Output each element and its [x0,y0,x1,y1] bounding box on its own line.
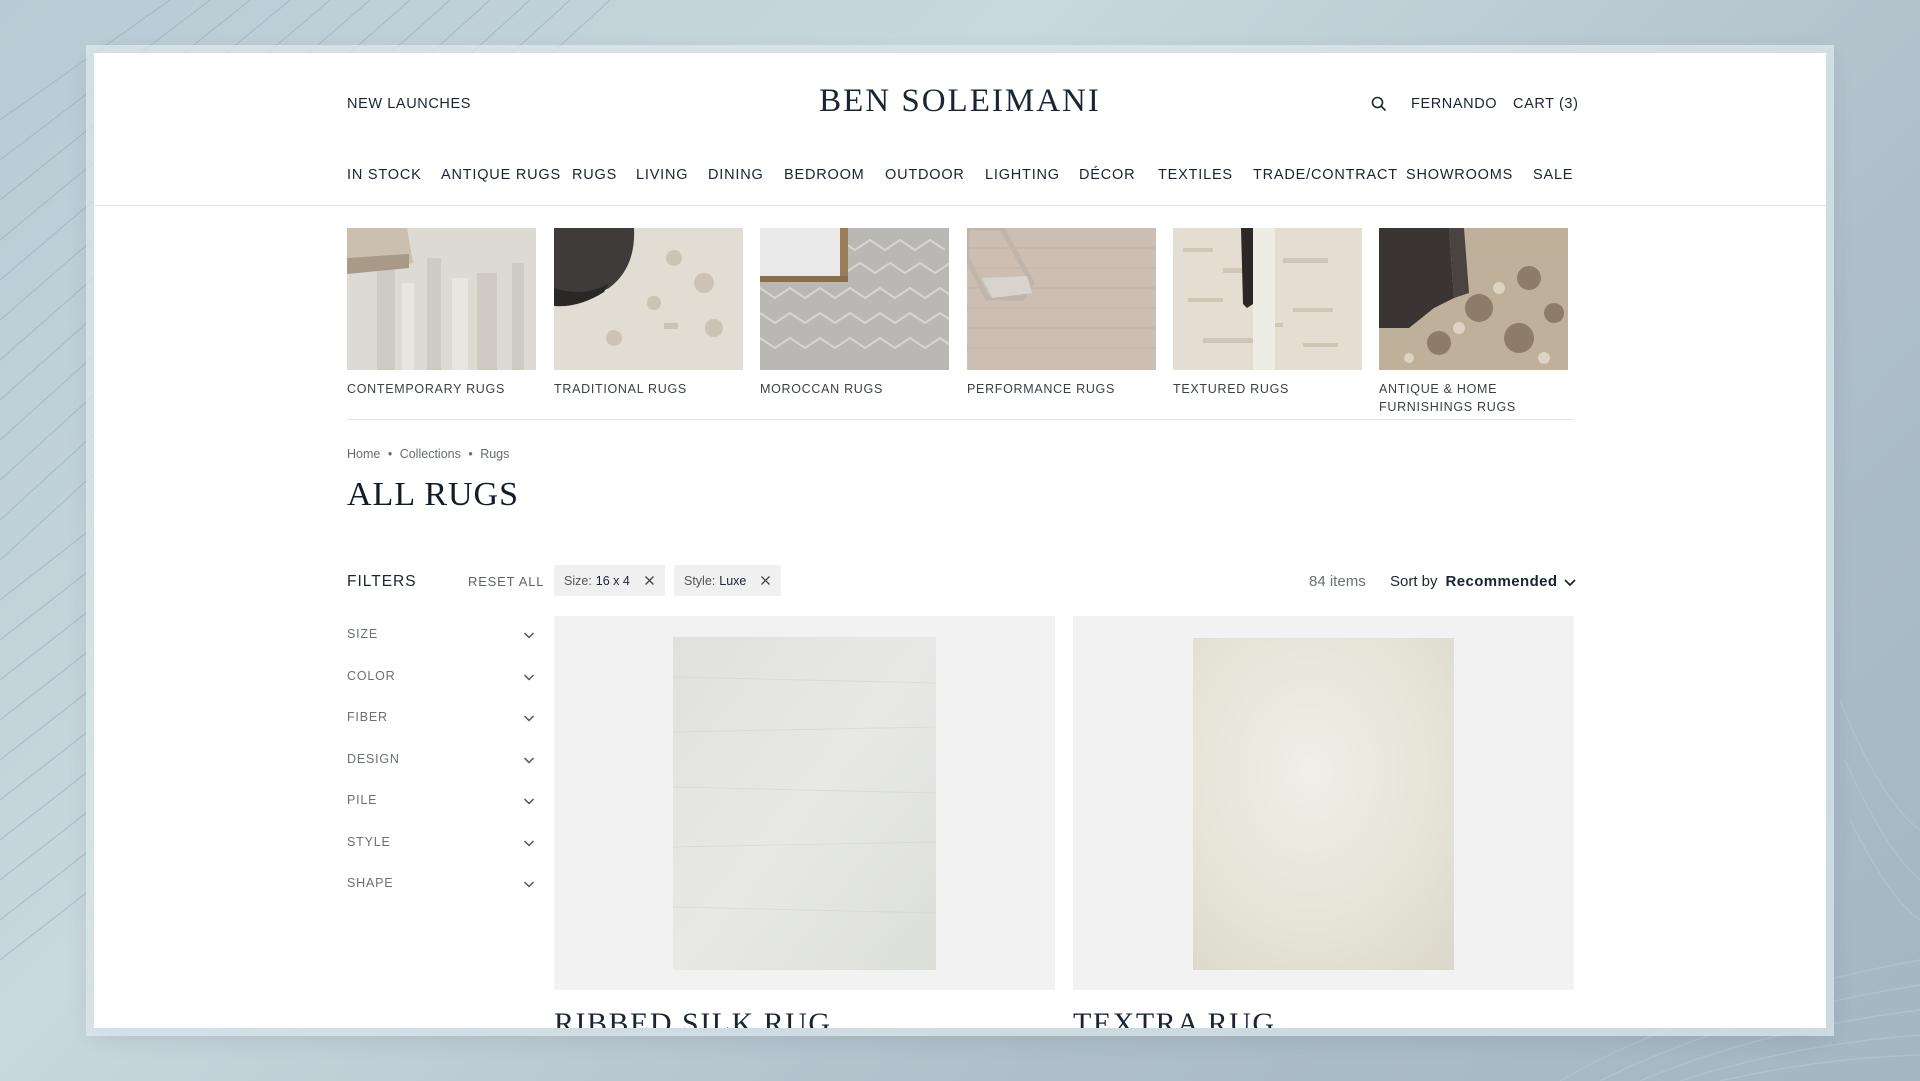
nav-living[interactable]: LIVING [636,167,688,183]
nav-divider [94,205,1826,206]
category-image-contemporary[interactable] [347,228,536,370]
category-image-textured[interactable] [1173,228,1362,370]
product-name[interactable]: RIBBED SILK RUG [554,1007,832,1028]
breadcrumb-separator: • [387,447,393,461]
product-card-ribbed-silk[interactable] [554,616,1055,990]
breadcrumb-home[interactable]: Home [347,447,380,461]
reset-all-button[interactable]: RESET ALL [468,574,544,589]
chip-label: Style: [684,573,716,588]
product-image [673,637,936,970]
chevron-down-icon [1564,578,1577,586]
facet-color[interactable]: COLOR [347,667,537,687]
category-label-traditional[interactable]: TRADITIONAL RUGS [554,380,754,398]
nav-in-stock[interactable]: IN STOCK [347,167,422,183]
cart-link[interactable]: CART (3) [1513,96,1579,112]
active-filter-style[interactable]: Style: Luxe [674,565,782,596]
chevron-down-icon [523,632,535,639]
nav-sale[interactable]: SALE [1533,167,1573,183]
category-label-moroccan[interactable]: MOROCCAN RUGS [760,380,960,398]
product-image [1193,638,1454,970]
result-count: 84 items [1309,573,1366,590]
nav-decor[interactable]: DÉCOR [1079,167,1135,183]
facet-label: DESIGN [347,752,400,766]
chevron-down-icon [523,674,535,681]
facet-label: SIZE [347,627,378,641]
facet-label: FIBER [347,710,388,724]
chip-label: Size: [564,573,592,588]
product-name[interactable]: TEXTRA RUG [1073,1007,1276,1028]
nav-showrooms[interactable]: SHOWROOMS [1406,167,1513,183]
facet-shape[interactable]: SHAPE [347,874,537,894]
close-icon[interactable] [760,575,771,586]
chevron-down-icon [523,881,535,888]
facet-style[interactable]: STYLE [347,833,537,853]
nav-outdoor[interactable]: OUTDOOR [885,167,965,183]
close-icon[interactable] [644,575,655,586]
category-image-performance[interactable] [967,228,1156,370]
account-link[interactable]: FERNANDO [1411,96,1497,112]
search-icon[interactable] [1371,96,1387,112]
facet-label: COLOR [347,669,396,683]
browser-window: NEW LAUNCHES BEN SOLEIMANI FERNANDO CART… [94,53,1826,1028]
sort-label: Sort by [1390,573,1438,590]
chevron-down-icon [523,798,535,805]
nav-lighting[interactable]: LIGHTING [985,167,1060,183]
nav-trade-contract[interactable]: TRADE/CONTRACT [1253,167,1398,183]
facet-pile[interactable]: PILE [347,791,537,811]
breadcrumb: Home • Collections • Rugs [347,447,509,461]
category-label-antique-home-furnishings[interactable]: ANTIQUE & HOME FURNISHINGS RUGS [1379,380,1579,416]
chevron-down-icon [523,840,535,847]
facet-label: PILE [347,793,378,807]
nav-bedroom[interactable]: BEDROOM [784,167,865,183]
nav-textiles[interactable]: TEXTILES [1158,167,1233,183]
category-image-traditional[interactable] [554,228,743,370]
nav-rugs[interactable]: RUGS [572,167,617,183]
breadcrumb-collections[interactable]: Collections [400,447,461,461]
category-label-textured[interactable]: TEXTURED RUGS [1173,380,1373,398]
category-image-moroccan[interactable] [760,228,949,370]
sort-value: Recommended [1445,573,1558,590]
category-label-contemporary[interactable]: CONTEMPORARY RUGS [347,380,547,398]
nav-antique-rugs[interactable]: ANTIQUE RUGS [441,167,561,183]
product-card-textra[interactable] [1073,616,1574,990]
category-divider [347,419,1574,420]
facet-fiber[interactable]: FIBER [347,708,537,728]
sort-dropdown[interactable]: Sort by Recommended [1390,573,1577,590]
chip-value: 16 x 4 [595,573,630,588]
active-filter-size[interactable]: Size: 16 x 4 [554,565,665,596]
nav-dining[interactable]: DINING [708,167,764,183]
facet-design[interactable]: DESIGN [347,750,537,770]
category-image-antique-home-furnishings[interactable] [1379,228,1568,370]
chevron-down-icon [523,715,535,722]
chip-value: Luxe [719,573,747,588]
page-title: ALL RUGS [347,476,520,513]
facet-size[interactable]: SIZE [347,625,537,645]
breadcrumb-separator: • [468,447,473,461]
breadcrumb-rugs[interactable]: Rugs [480,447,509,461]
chevron-down-icon [523,757,535,764]
facet-label: STYLE [347,835,391,849]
facet-label: SHAPE [347,876,394,890]
filters-heading: FILTERS [347,573,417,590]
category-label-performance[interactable]: PERFORMANCE RUGS [967,380,1167,398]
